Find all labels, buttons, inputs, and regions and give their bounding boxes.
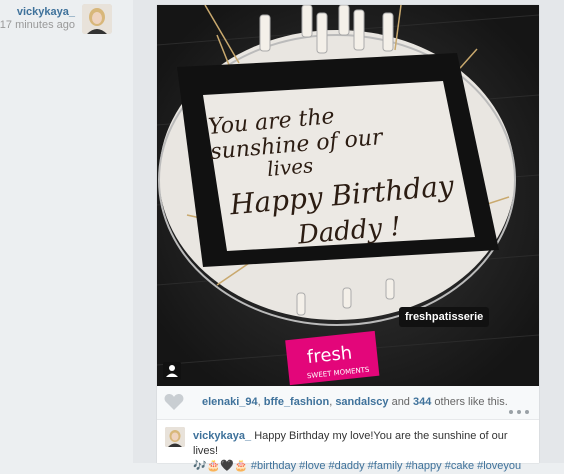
caption-emojis: 🎶🎂🖤🎂 [193, 460, 248, 472]
cake-text-line-3: lives [266, 153, 314, 181]
caption-row: vickykaya_ Happy Birthday my love!You ar… [157, 420, 539, 472]
caption-hashtags[interactable]: #birthday #love #daddy #family #happy #c… [251, 460, 521, 472]
post-header: vickykaya_ 17 minutes ago [0, 0, 133, 40]
left-column [0, 0, 134, 463]
liker-link-2[interactable]: bffe_fashion [264, 396, 329, 408]
likes-and: and [388, 396, 413, 408]
likes-count[interactable]: 344 [413, 396, 431, 408]
caption-avatar[interactable] [165, 427, 185, 447]
likes-suffix: others like this. [434, 396, 508, 408]
caption-username[interactable]: vickykaya_ [193, 430, 251, 442]
photo-tag-label[interactable]: freshpatisserie [399, 307, 490, 327]
likes-summary: elenaki_94, bffe_fashion, sandalscy and … [202, 396, 508, 408]
caption-text: vickykaya_ Happy Birthday my love!You ar… [193, 429, 533, 474]
post-card: You are the sunshine of our lives Happy … [157, 5, 539, 472]
liker-link-1[interactable]: elenaki_94 [202, 396, 258, 408]
more-icon[interactable] [509, 401, 529, 414]
author-avatar[interactable] [82, 4, 112, 34]
heart-icon[interactable] [164, 393, 184, 411]
post-author-link[interactable]: vickykaya_ [17, 6, 75, 18]
post-timestamp[interactable]: 17 minutes ago [0, 19, 75, 31]
post-photo[interactable]: You are the sunshine of our lives Happy … [157, 5, 539, 386]
user-tag-icon[interactable] [163, 362, 181, 380]
likes-row: elenaki_94, bffe_fashion, sandalscy and … [157, 386, 539, 420]
liker-link-3[interactable]: sandalscy [335, 396, 388, 408]
